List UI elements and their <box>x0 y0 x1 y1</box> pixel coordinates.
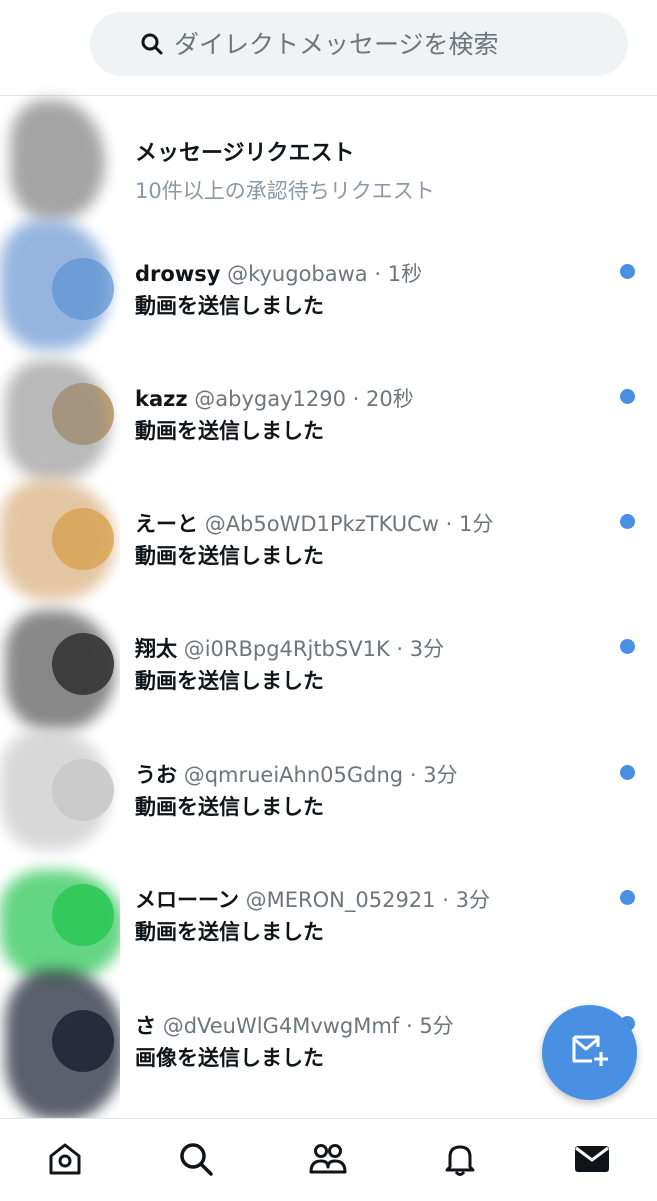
sender-name: さ <box>135 1014 156 1038</box>
sender-name: kazz <box>135 387 188 411</box>
sender-handle: @i0RBpg4RjtbSV1K <box>183 637 390 661</box>
bottom-tab-bar <box>0 1118 657 1201</box>
message-preview: 動画を送信しました <box>135 419 324 443</box>
tab-home[interactable] <box>45 1141 85 1181</box>
sender-name: えーと <box>135 512 198 536</box>
search-icon <box>140 32 164 56</box>
new-message-button[interactable] <box>542 1005 637 1100</box>
timestamp: 1分 <box>459 512 494 536</box>
sender-handle: @qmrueiAhn05Gdng <box>183 763 404 787</box>
separator: · <box>442 888 449 912</box>
new-message-icon <box>570 1033 610 1073</box>
notifications-icon <box>441 1140 479 1182</box>
separator: · <box>352 387 360 411</box>
unread-indicator <box>620 514 635 529</box>
sender-name: 翔太 <box>135 637 177 661</box>
tab-notifications[interactable] <box>440 1141 480 1181</box>
separator: · <box>396 637 404 661</box>
sender-handle: @Ab5oWD1PkzTKUCw <box>204 512 439 536</box>
timestamp: 3分 <box>455 888 490 912</box>
unread-indicator <box>620 264 635 279</box>
separator: · <box>405 1014 413 1038</box>
sender-handle: @abygay1290 <box>194 387 346 411</box>
sender-handle: @dVeuWlG4MvwgMmf <box>162 1014 400 1038</box>
timestamp: 20秒 <box>366 387 414 411</box>
message-requests-title: メッセージリクエスト <box>135 141 355 166</box>
unread-indicator <box>620 639 635 654</box>
unread-indicator <box>620 890 635 905</box>
message-preview: 動画を送信しました <box>135 294 324 318</box>
home-icon <box>46 1140 84 1182</box>
message-requests-item[interactable]: メッセージリクエスト 10件以上の承認待ちリクエスト <box>135 135 435 205</box>
separator: · <box>374 262 382 286</box>
communities-icon <box>308 1140 348 1182</box>
message-preview: 動画を送信しました <box>135 669 324 693</box>
sender-handle: @MERON_052921 <box>245 888 436 912</box>
sender-handle: @kyugobawa <box>227 262 368 286</box>
sender-name: メローーン <box>135 888 239 912</box>
message-preview: 動画を送信しました <box>135 920 324 944</box>
unread-indicator <box>620 765 635 780</box>
message-preview: 動画を送信しました <box>135 544 324 568</box>
sender-name: うお <box>135 763 177 787</box>
sender-name: drowsy <box>135 262 221 286</box>
search-input[interactable] <box>172 28 596 60</box>
redacted-avatars-overlay <box>0 0 120 1140</box>
tab-communities[interactable] <box>308 1141 348 1181</box>
tab-search[interactable] <box>176 1141 216 1181</box>
timestamp: 3分 <box>423 763 458 787</box>
message-requests-subtitle: 10件以上の承認待ちリクエスト <box>135 179 435 203</box>
search-icon <box>177 1140 215 1182</box>
messages-icon <box>573 1142 611 1180</box>
unread-indicator <box>620 389 635 404</box>
timestamp: 3分 <box>409 637 445 661</box>
timestamp: 5分 <box>419 1014 454 1038</box>
message-preview: 画像を送信しました <box>135 1046 324 1070</box>
message-preview: 動画を送信しました <box>135 795 324 819</box>
tab-messages[interactable] <box>572 1141 612 1181</box>
separator: · <box>409 763 417 787</box>
timestamp: 1秒 <box>387 262 423 286</box>
separator: · <box>445 512 453 536</box>
search-bar[interactable] <box>90 12 628 76</box>
